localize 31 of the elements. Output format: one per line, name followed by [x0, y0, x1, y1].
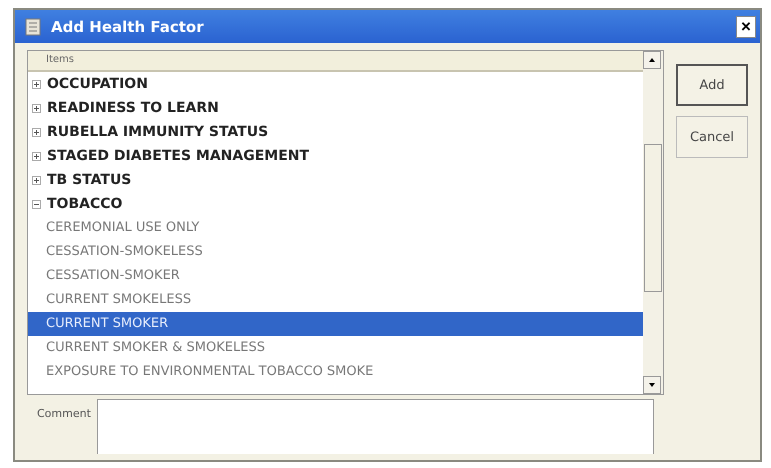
tree-item[interactable]: RUBELLA IMMUNITY STATUS: [47, 124, 268, 140]
form-icon: [25, 18, 41, 36]
scrollbar[interactable]: [643, 51, 663, 394]
tree-item[interactable]: STAGED DIABETES MANAGEMENT: [47, 148, 310, 164]
tree-item[interactable]: CURRENT SMOKER: [28, 312, 643, 336]
expander-icon[interactable]: [32, 80, 41, 88]
tree-item[interactable]: CESSATION-SMOKER: [28, 264, 643, 288]
cancel-button[interactable]: Cancel: [676, 116, 748, 158]
tree-item[interactable]: CURRENT SMOKER & SMOKELESS: [28, 336, 643, 360]
comment-label: Comment: [37, 407, 91, 420]
column-header[interactable]: Items: [28, 51, 643, 72]
expander-icon[interactable]: [32, 128, 41, 136]
add-button[interactable]: Add: [676, 64, 748, 106]
expander-icon[interactable]: [32, 176, 41, 184]
tree-item[interactable]: CESSATION-SMOKELESS: [28, 240, 643, 264]
expander-icon[interactable]: [32, 152, 41, 160]
tree-item[interactable]: CEREMONIAL USE ONLY: [28, 216, 643, 240]
tree-item[interactable]: EXPOSURE TO ENVIRONMENTAL TOBACCO SMOKE: [28, 360, 643, 384]
comment-field[interactable]: [96, 399, 654, 454]
tree-item[interactable]: TOBACCO: [47, 196, 122, 212]
tree-item[interactable]: OCCUPATION: [47, 76, 148, 92]
tree-item[interactable]: CURRENT SMOKELESS: [28, 288, 643, 312]
scroll-down-icon[interactable]: [643, 376, 661, 394]
tree-item[interactable]: READINESS TO LEARN: [47, 100, 219, 116]
scroll-up-icon[interactable]: [643, 51, 661, 69]
expander-icon[interactable]: [32, 104, 41, 112]
scroll-thumb[interactable]: [644, 144, 662, 292]
expander-icon[interactable]: [32, 200, 41, 208]
window-title: Add Health Factor: [51, 18, 205, 36]
tree-item[interactable]: TB STATUS: [47, 172, 132, 188]
close-button[interactable]: ×: [736, 16, 756, 38]
